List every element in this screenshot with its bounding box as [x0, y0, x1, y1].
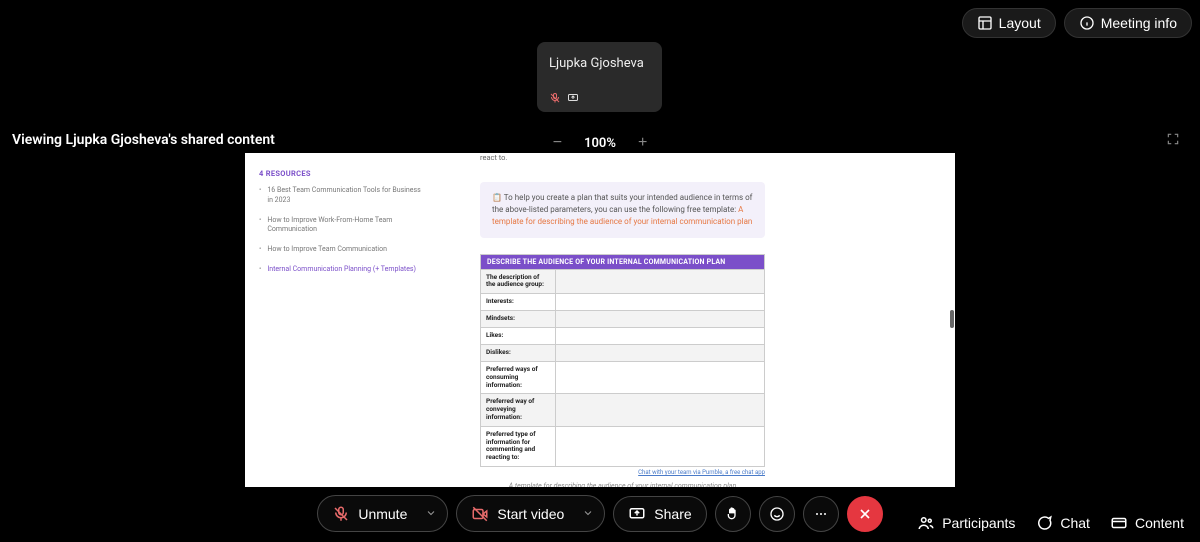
unmute-button[interactable]: Unmute	[318, 497, 421, 531]
participants-icon	[917, 514, 935, 532]
more-options-button[interactable]	[803, 496, 839, 532]
table-row-label: Dislikes:	[481, 345, 556, 361]
scrollbar-thumb[interactable]	[950, 310, 954, 328]
doc-footer-link: Chat with your team via Pumble, a free c…	[480, 469, 765, 476]
content-panel-button[interactable]: Content	[1110, 514, 1184, 532]
chevron-down-icon	[425, 507, 437, 519]
start-video-button[interactable]: Start video	[457, 497, 578, 531]
more-icon	[813, 506, 829, 522]
doc-intro: react to.	[480, 153, 937, 164]
chevron-down-icon	[582, 507, 594, 519]
doc-caption: A template for describing the audience o…	[480, 482, 765, 487]
video-options-button[interactable]	[578, 496, 604, 531]
reactions-button[interactable]	[759, 496, 795, 532]
table-row-label: The description of the audience group:	[481, 270, 556, 294]
meeting-info-label: Meeting info	[1101, 15, 1177, 31]
participants-panel-button[interactable]: Participants	[917, 514, 1015, 532]
video-off-icon	[471, 505, 489, 523]
zoom-level: 100%	[584, 136, 616, 151]
table-row-label: Preferred type of information for commen…	[481, 427, 556, 466]
doc-table-title: DESCRIBE THE AUDIENCE OF YOUR INTERNAL C…	[481, 255, 764, 269]
content-label: Content	[1135, 515, 1184, 531]
emoji-icon	[769, 506, 785, 522]
layout-button[interactable]: Layout	[962, 8, 1056, 38]
shared-content[interactable]: 4 RESOURCES •16 Best Team Communication …	[245, 153, 955, 487]
info-icon	[1079, 15, 1095, 31]
start-video-label: Start video	[497, 506, 564, 522]
doc-callout: 📋 To help you create a plan that suits y…	[480, 182, 765, 238]
close-icon	[857, 506, 873, 522]
participants-label: Participants	[942, 515, 1015, 531]
callout-icon: 📋	[492, 193, 502, 202]
doc-sidebar-item-active: Internal Communication Planning (+ Templ…	[267, 265, 416, 275]
layout-label: Layout	[999, 15, 1041, 31]
table-row-label: Preferred ways of consuming information:	[481, 362, 556, 393]
share-label: Share	[654, 506, 691, 522]
unmute-label: Unmute	[358, 506, 407, 522]
share-button[interactable]: Share	[614, 497, 705, 531]
raise-hand-button[interactable]	[715, 496, 751, 532]
chat-label: Chat	[1060, 515, 1090, 531]
meeting-info-button[interactable]: Meeting info	[1064, 8, 1192, 38]
table-row-label: Likes:	[481, 328, 556, 344]
doc-sidebar: 4 RESOURCES •16 Best Team Communication …	[245, 153, 440, 487]
fullscreen-button[interactable]	[1166, 132, 1180, 149]
table-row-label: Preferred way of conveying information:	[481, 394, 556, 425]
unmute-options-button[interactable]	[421, 496, 447, 531]
mic-muted-icon	[549, 92, 561, 104]
participant-tile[interactable]: Ljupka Gjosheva	[537, 42, 662, 112]
doc-table: DESCRIBE THE AUDIENCE OF YOUR INTERNAL C…	[480, 254, 765, 468]
table-row-label: Mindsets:	[481, 311, 556, 327]
zoom-in-button[interactable]: +	[632, 132, 653, 154]
participant-name: Ljupka Gjosheva	[549, 56, 650, 71]
doc-sidebar-item: How to Improve Team Communication	[267, 245, 387, 255]
doc-sidebar-item: How to Improve Work-From-Home Team Commu…	[267, 216, 426, 236]
table-row-label: Interests:	[481, 294, 556, 310]
zoom-controls: − 100% +	[547, 132, 654, 154]
doc-main: react to. 📋 To help you create a plan th…	[440, 153, 955, 487]
zoom-out-button[interactable]: −	[547, 132, 568, 154]
callout-text: To help you create a plan that suits you…	[492, 193, 752, 214]
hand-icon	[725, 506, 741, 522]
viewing-status: Viewing Ljupka Gjosheva's shared content	[12, 132, 275, 148]
mic-off-icon	[332, 505, 350, 523]
content-icon	[1110, 514, 1128, 532]
doc-sidebar-heading: 4 RESOURCES	[259, 169, 426, 178]
sharing-icon	[567, 92, 579, 104]
doc-sidebar-item: 16 Best Team Communication Tools for Bus…	[267, 186, 426, 206]
fullscreen-icon	[1166, 132, 1180, 146]
chat-panel-button[interactable]: Chat	[1035, 514, 1090, 532]
leave-button[interactable]	[847, 496, 883, 532]
layout-icon	[977, 15, 993, 31]
chat-icon	[1035, 514, 1053, 532]
share-screen-icon	[628, 505, 646, 523]
